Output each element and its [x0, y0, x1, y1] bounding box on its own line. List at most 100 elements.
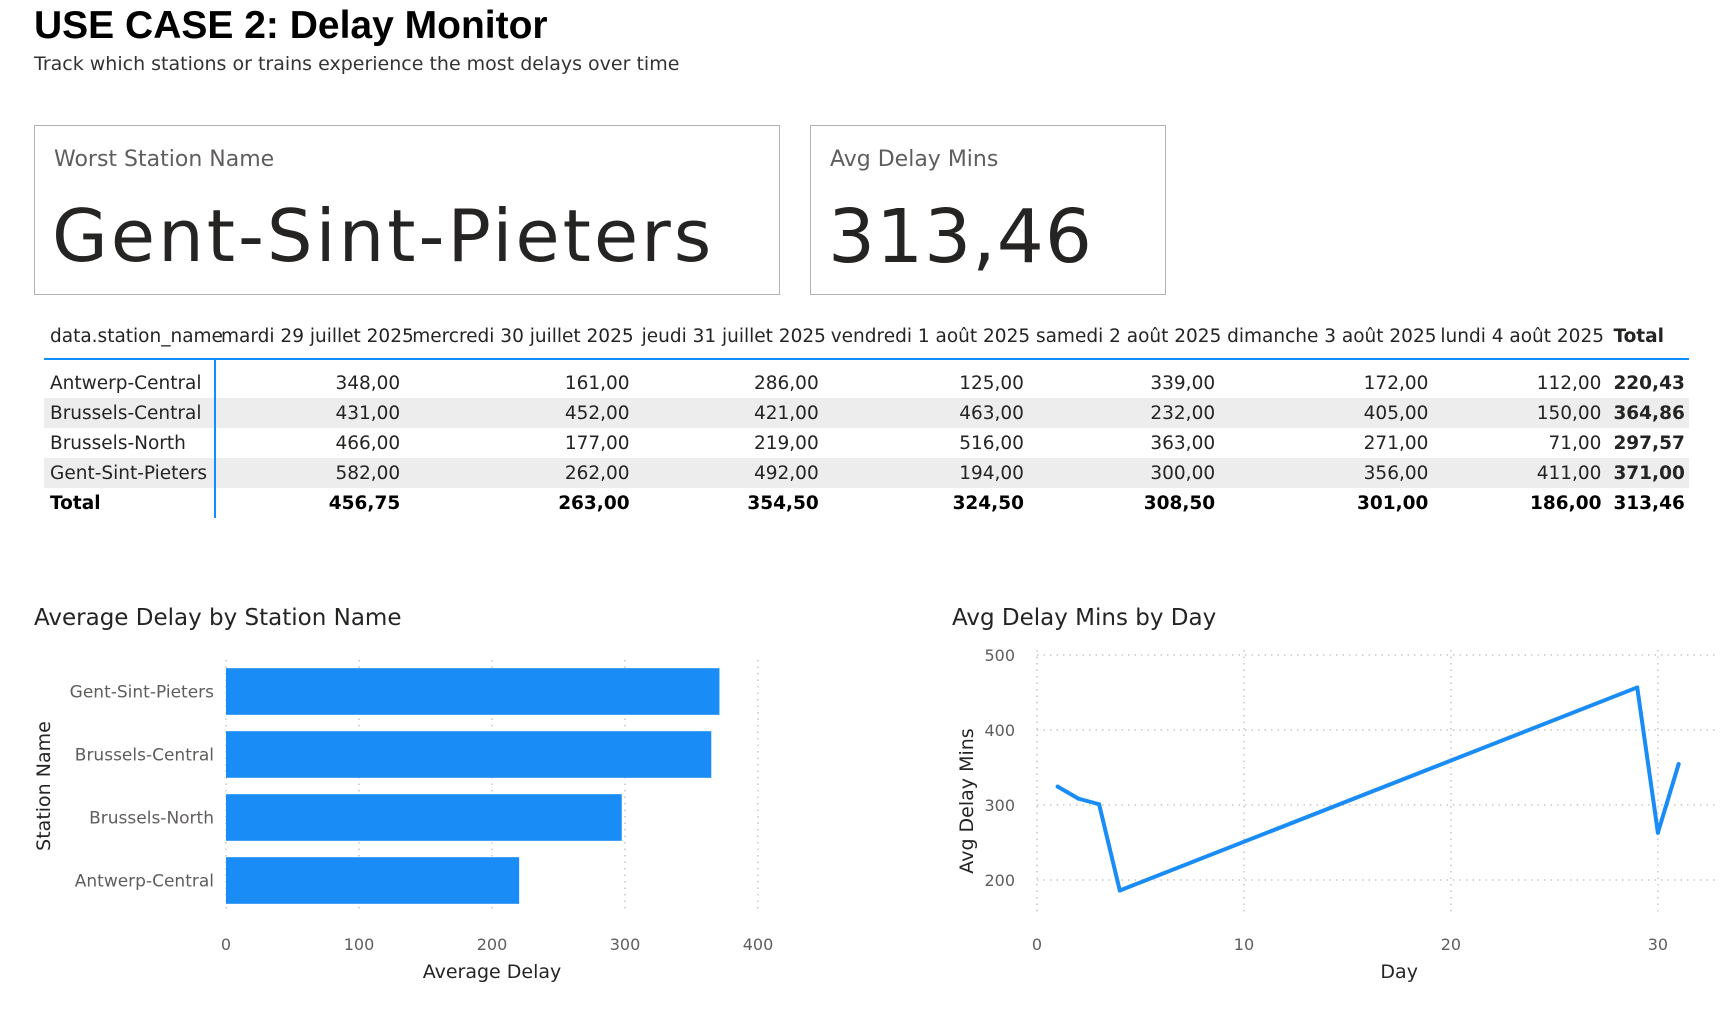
table-row[interactable]: Brussels-North 466,00 177,00 219,00 516,…: [44, 428, 1689, 458]
table-cell: 411,00: [1434, 458, 1608, 488]
table-row[interactable]: Antwerp-Central 348,00 161,00 286,00 125…: [44, 359, 1689, 398]
table-cell: 194,00: [824, 458, 1030, 488]
y-tick-label: 500: [984, 646, 1015, 665]
y-tick-label: 200: [984, 871, 1015, 890]
worst-station-card[interactable]: Worst Station Name Gent-Sint-Pieters: [34, 125, 780, 295]
column-header-date[interactable]: dimanche 3 août 2025: [1221, 318, 1436, 360]
data-point: [1676, 762, 1681, 767]
total-cell: 308,50: [1143, 492, 1216, 514]
line-chart-title: Avg Delay Mins by Day: [952, 605, 1217, 631]
table-cell: 516,00: [959, 432, 1024, 454]
table-cell: 219,00: [753, 432, 819, 454]
x-axis-title: Average Delay: [423, 961, 562, 983]
data-point: [1076, 796, 1081, 801]
line-chart[interactable]: 200 300 400 500 0 10 20 30 Day Avg Delay Mins: [945, 640, 1715, 1010]
table-row[interactable]: Brussels-Central 431,00 452,00 421,00 46…: [44, 398, 1689, 428]
matrix-header-row: data.station_name mardi 29 juillet 2025 …: [44, 318, 1689, 360]
table-cell: 582,00: [215, 458, 407, 488]
bar-chart-title: Average Delay by Station Name: [34, 605, 402, 631]
data-point: [1635, 685, 1640, 690]
avg-delay-card[interactable]: Avg Delay Mins 313,46: [810, 125, 1166, 295]
table-cell: 492,00: [635, 458, 825, 488]
y-axis-title: Avg Delay Mins: [956, 728, 978, 873]
x-tick-label: 100: [344, 935, 375, 954]
table-cell: 71,00: [1548, 432, 1602, 454]
column-header-date[interactable]: lundi 4 août 2025: [1434, 318, 1608, 360]
table-cell: 300,00: [1029, 458, 1222, 488]
table-cell: 125,00: [959, 372, 1024, 394]
table-cell: 431,00: [215, 398, 407, 428]
table-cell: 262,00: [406, 458, 636, 488]
table-cell: 271,00: [1363, 432, 1429, 454]
table-cell: 172,00: [1363, 372, 1429, 394]
table-cell: 363,00: [1150, 432, 1216, 454]
worst-station-label: Worst Station Name: [54, 147, 275, 172]
delay-matrix[interactable]: data.station_name mardi 29 juillet 2025 …: [44, 318, 1689, 518]
y-tick-label: 300: [984, 796, 1015, 815]
row-header: Antwerp-Central: [44, 359, 217, 398]
table-cell: 348,00: [335, 372, 401, 394]
column-header-date[interactable]: mardi 29 juillet 2025: [215, 318, 414, 360]
row-total-cell: 371,00: [1607, 458, 1689, 488]
row-header-total: Total: [44, 488, 217, 518]
x-tick-label: 10: [1234, 935, 1254, 954]
data-point: [1117, 888, 1122, 893]
y-axis-title: Station Name: [33, 721, 55, 851]
bar: [226, 857, 520, 904]
total-row[interactable]: Total 456,75 263,00 354,50 324,50 308,50…: [44, 488, 1689, 518]
total-cell: 456,75: [328, 492, 401, 514]
worst-station-value: Gent-Sint-Pieters: [52, 194, 715, 278]
x-tick-label: 300: [610, 935, 641, 954]
bar: [226, 668, 720, 715]
x-tick-label: 200: [477, 935, 508, 954]
x-tick-label: 0: [1032, 935, 1042, 954]
x-axis-title: Day: [1380, 961, 1418, 983]
total-cell: 263,00: [558, 492, 630, 514]
table-cell: 405,00: [1221, 398, 1435, 428]
row-total-cell: 364,86: [1607, 398, 1689, 428]
column-header-station[interactable]: data.station_name: [44, 318, 223, 360]
table-cell: 232,00: [1029, 398, 1222, 428]
column-header-date[interactable]: jeudi 31 juillet 2025: [635, 318, 826, 360]
column-header-date[interactable]: mercredi 30 juillet 2025: [406, 318, 636, 360]
y-tick-label: Antwerp-Central: [75, 872, 214, 892]
row-header: Brussels-Central: [44, 398, 217, 428]
column-header-date[interactable]: vendredi 1 août 2025: [824, 318, 1030, 360]
table-cell: 356,00: [1221, 458, 1435, 488]
y-tick-label: Gent-Sint-Pieters: [70, 683, 214, 703]
x-tick-label: 30: [1648, 935, 1668, 954]
table-cell: 286,00: [753, 372, 819, 394]
page-subtitle: Track which stations or trains experienc…: [34, 53, 680, 75]
table-cell: 177,00: [564, 432, 630, 454]
data-point: [1655, 830, 1660, 835]
x-tick-label: 400: [743, 935, 774, 954]
total-cell: 324,50: [952, 492, 1024, 514]
table-cell: 112,00: [1536, 372, 1602, 394]
column-header-total[interactable]: Total: [1607, 318, 1689, 360]
bar: [226, 794, 622, 841]
data-point: [1097, 802, 1102, 807]
page-title: USE CASE 2: Delay Monitor: [34, 4, 548, 47]
table-cell: 463,00: [824, 398, 1030, 428]
column-header-date[interactable]: samedi 2 août 2025: [1029, 318, 1221, 360]
table-row[interactable]: Gent-Sint-Pieters 582,00 262,00 492,00 1…: [44, 458, 1689, 488]
avg-delay-label: Avg Delay Mins: [830, 147, 999, 172]
grand-total-cell: 313,46: [1613, 492, 1685, 514]
total-cell: 186,00: [1530, 492, 1602, 514]
row-header: Brussels-North: [44, 428, 217, 458]
table-cell: 339,00: [1150, 372, 1216, 394]
total-cell: 301,00: [1357, 492, 1429, 514]
row-total-cell: 297,57: [1613, 432, 1685, 454]
row-header: Gent-Sint-Pieters: [44, 458, 217, 488]
table-cell: 421,00: [635, 398, 825, 428]
table-cell: 452,00: [406, 398, 636, 428]
bar: [226, 731, 712, 778]
series-line: [1055, 685, 1681, 893]
total-cell: 354,50: [747, 492, 819, 514]
table-cell: 161,00: [564, 372, 630, 394]
bar-chart[interactable]: 0 100 200 300 400 Gent-Sint-Pieters Brussels-C…: [30, 640, 830, 1010]
data-point: [1055, 784, 1060, 789]
y-tick-label: Brussels-Central: [75, 746, 214, 766]
x-tick-label: 0: [221, 935, 231, 954]
x-tick-label: 20: [1441, 935, 1461, 954]
